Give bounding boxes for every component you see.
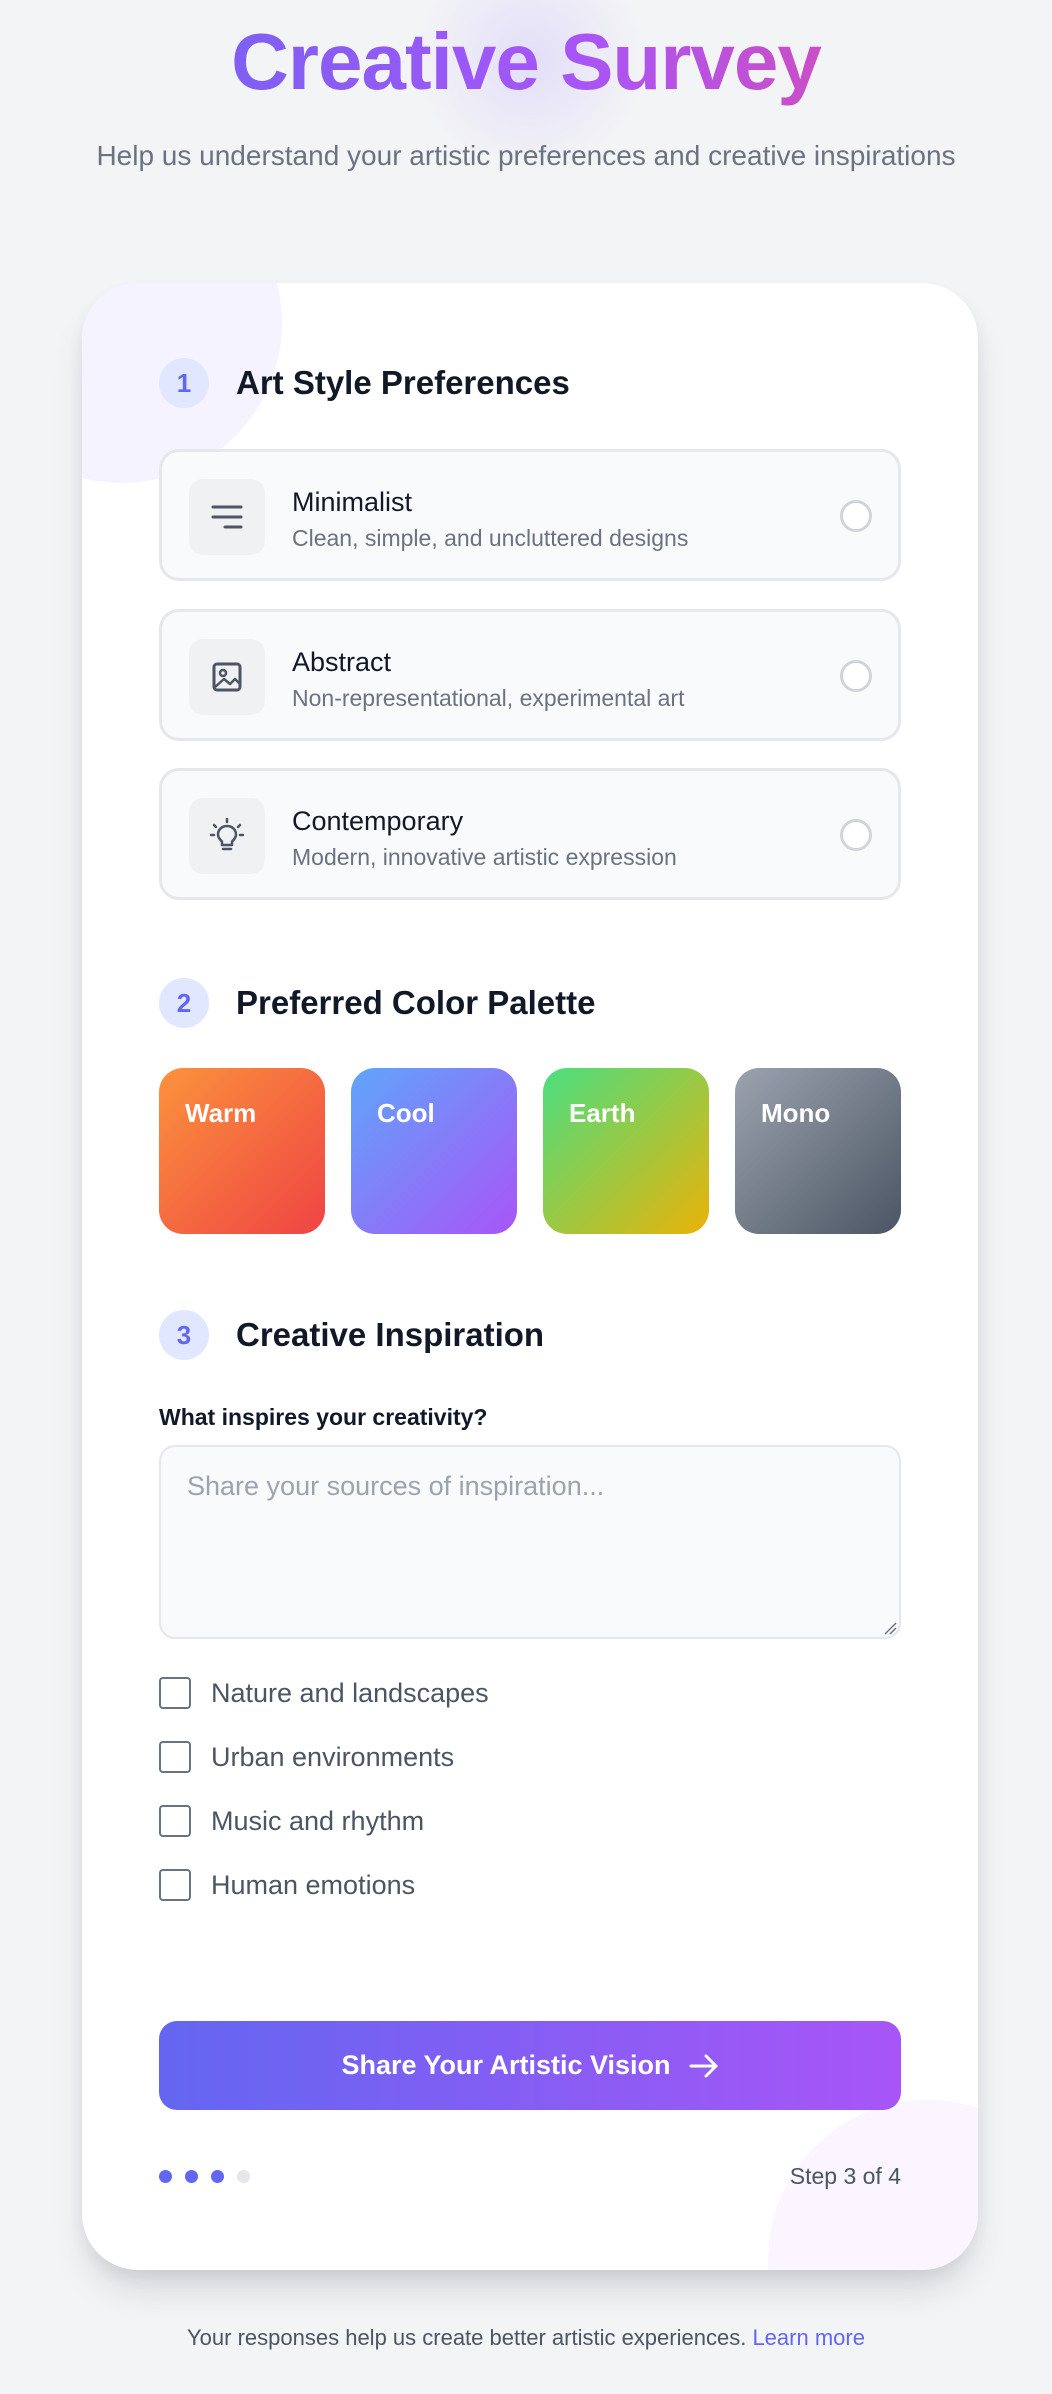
page-subtitle: Help us understand your artistic prefere… — [96, 140, 956, 171]
footer-message: Your responses help us create better art… — [187, 2325, 747, 2350]
section-title: Preferred Color Palette — [236, 984, 596, 1021]
checkbox[interactable] — [159, 1677, 191, 1709]
option-description: Modern, innovative artistic expression — [292, 844, 677, 870]
style-option-contemporary[interactable]: Contemporary Modern, innovative artistic… — [159, 768, 901, 900]
section-number: 2 — [159, 978, 209, 1028]
step-indicator: Step 3 of 4 — [789, 2163, 901, 2189]
survey-card: 1 Art Style Preferences Minimalist Clean… — [82, 283, 978, 2270]
radio-button[interactable] — [840, 819, 872, 851]
palette-label: Cool — [377, 1098, 435, 1128]
option-description: Clean, simple, and uncluttered designs — [292, 525, 689, 551]
radio-button[interactable] — [840, 660, 872, 692]
palette-warm[interactable]: Warm — [159, 1068, 325, 1234]
checkbox[interactable] — [159, 1741, 191, 1773]
image-icon — [189, 639, 265, 715]
style-option-minimalist[interactable]: Minimalist Clean, simple, and uncluttere… — [159, 449, 901, 581]
checkbox[interactable] — [159, 1869, 191, 1901]
progress-dot — [159, 2170, 172, 2183]
submit-button[interactable]: Share Your Artistic Vision — [159, 2021, 901, 2110]
checkbox-nature[interactable]: Nature and landscapes — [159, 1677, 489, 1709]
palette-label: Warm — [185, 1098, 257, 1128]
inspiration-question: What inspires your creativity? — [159, 1404, 488, 1430]
resize-handle-icon[interactable] — [881, 1619, 897, 1635]
section-title: Creative Inspiration — [236, 1316, 545, 1353]
palette-earth[interactable]: Earth — [543, 1068, 709, 1234]
option-description: Non-representational, experimental art — [292, 685, 685, 711]
checkbox-label: Music and rhythm — [211, 1805, 425, 1836]
palette-label: Earth — [569, 1098, 636, 1128]
checkbox-label: Nature and landscapes — [211, 1677, 489, 1708]
checkbox-emotions[interactable]: Human emotions — [159, 1869, 415, 1901]
section-color-palette: 2 Preferred Color Palette — [159, 978, 595, 1028]
palette-cool[interactable]: Cool — [351, 1068, 517, 1234]
option-label: Minimalist — [292, 487, 413, 517]
arrow-right-icon — [689, 2054, 718, 2077]
inspiration-textarea[interactable]: Share your sources of inspiration... — [159, 1445, 901, 1639]
palette-label: Mono — [761, 1098, 831, 1128]
submit-button-label: Share Your Artistic Vision — [341, 2050, 671, 2080]
progress-dot — [185, 2170, 198, 2183]
progress-dots — [159, 2170, 263, 2183]
section-art-style: 1 Art Style Preferences — [159, 358, 570, 408]
section-inspiration: 3 Creative Inspiration — [159, 1310, 544, 1360]
option-label: Abstract — [292, 647, 392, 677]
lightbulb-icon — [189, 798, 265, 874]
checkbox-label: Urban environments — [211, 1741, 455, 1772]
section-number: 3 — [159, 1310, 209, 1360]
textarea-placeholder: Share your sources of inspiration... — [187, 1471, 605, 1501]
palette-mono[interactable]: Mono — [735, 1068, 901, 1234]
option-label: Contemporary — [292, 806, 464, 836]
style-option-abstract[interactable]: Abstract Non-representational, experimen… — [159, 609, 901, 741]
radio-button[interactable] — [840, 500, 872, 532]
lines-icon — [189, 479, 265, 555]
checkbox-music[interactable]: Music and rhythm — [159, 1805, 424, 1837]
progress-dot — [211, 2170, 224, 2183]
checkbox-label: Human emotions — [211, 1869, 416, 1900]
section-title: Art Style Preferences — [236, 364, 570, 401]
checkbox[interactable] — [159, 1805, 191, 1837]
progress-dot — [237, 2170, 250, 2183]
checkbox-urban[interactable]: Urban environments — [159, 1741, 454, 1773]
learn-more-link[interactable]: Learn more — [752, 2325, 865, 2350]
footer-text: Your responses help us create better art… — [0, 2325, 1052, 2351]
section-number: 1 — [159, 358, 209, 408]
page-title: Creative Survey — [0, 14, 1052, 110]
